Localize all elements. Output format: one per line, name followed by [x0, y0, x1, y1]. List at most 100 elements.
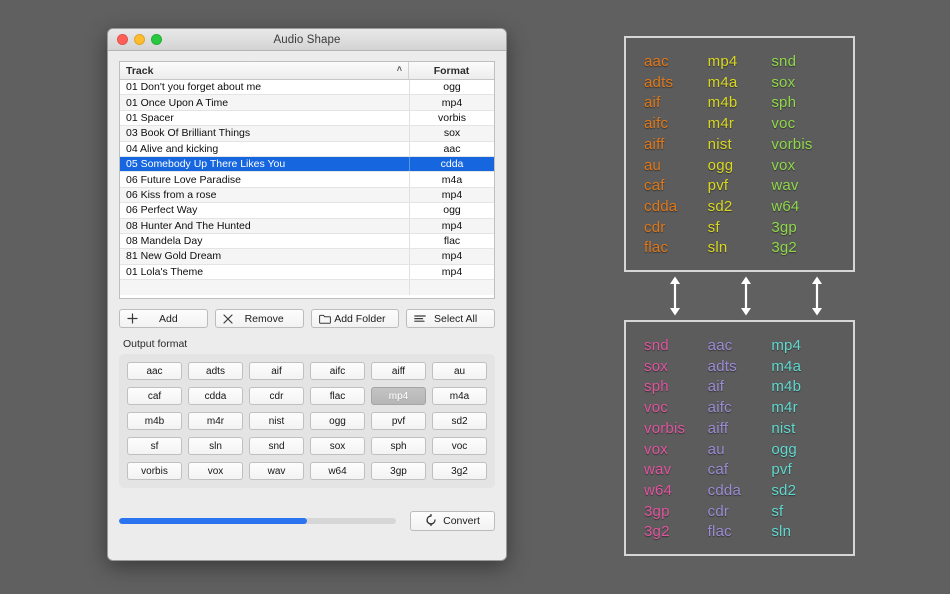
window-body: Track ˄ Format 01 Don't you forget about… — [108, 51, 506, 560]
format-option-cdr[interactable]: cdr — [249, 387, 304, 405]
format-label-wav: wav — [771, 177, 799, 195]
format-label-3gp: 3gp — [771, 218, 797, 236]
format-option-aifc[interactable]: aifc — [310, 362, 365, 380]
format-option-sf[interactable]: sf — [127, 437, 182, 455]
cell-format: mp4 — [409, 218, 494, 233]
cell-format: mp4 — [409, 95, 494, 110]
cell-format: ogg — [409, 203, 494, 218]
format-label-caf: caf — [707, 461, 729, 479]
format-label-adts: adts — [707, 357, 737, 375]
format-panel-bottom: snd sox sph voc vorbis vox wav w64 3gp 3g2 aac adts… — [624, 320, 855, 556]
format-option-adts[interactable]: adts — [188, 362, 243, 380]
format-label-aiff: aiff — [644, 135, 665, 153]
format-option-nist[interactable]: nist — [249, 412, 304, 430]
format-label-mp4: mp4 — [771, 337, 802, 354]
format-option-ogg[interactable]: ogg — [310, 412, 365, 430]
format-option-wav[interactable]: wav — [249, 462, 304, 480]
format-option-m4a[interactable]: m4a — [432, 387, 487, 405]
format-option-3gp[interactable]: 3gp — [371, 462, 426, 480]
table-row[interactable]: 01 Once Upon A Time mp4 — [120, 95, 494, 111]
format-label-nist: nist — [707, 135, 732, 153]
format-label-cdr: cdr — [707, 502, 730, 520]
table-row[interactable]: 08 Mandela Day flac — [120, 233, 494, 250]
table-row[interactable]: 01 Lola's Theme mp4 — [120, 264, 494, 281]
format-option-w64[interactable]: w64 — [310, 462, 365, 480]
format-label-vox: vox — [771, 156, 796, 174]
cross-icon — [223, 313, 233, 324]
cell-track: 06 Perfect Way — [126, 204, 198, 217]
format-column: aac adts aif aifc aiff au caf cdda cdr flac — [708, 336, 772, 540]
table-row[interactable]: 06 Perfect Way ogg — [120, 203, 494, 219]
table-row[interactable]: 01 Don't you forget about me ogg — [120, 80, 494, 96]
window-titlebar: Audio Shape — [108, 29, 506, 51]
cell-format: mp4 — [409, 249, 494, 264]
table-row[interactable]: 05 Somebody Up There Likes You cdda — [120, 156, 494, 173]
cell-track: 04 Alive and kicking — [126, 142, 219, 155]
double-arrow-icon — [668, 276, 682, 316]
cell-track: 01 Once Upon A Time — [126, 96, 229, 109]
remove-button[interactable]: Remove — [214, 309, 304, 328]
format-label-m4r: m4r — [771, 399, 798, 417]
format-column: mp4 m4a m4b m4r nist ogg pvf sd2 sf sln — [708, 52, 772, 256]
format-label-sph: sph — [771, 94, 797, 112]
format-option-aac[interactable]: aac — [127, 362, 182, 380]
table-row[interactable]: 01 Spacer vorbis — [120, 110, 494, 127]
format-label-wav: wav — [644, 461, 672, 479]
format-label-vorbis: vorbis — [644, 419, 686, 437]
table-row[interactable]: 06 Future Love Paradise m4a — [120, 172, 494, 188]
format-label-m4b: m4b — [707, 94, 738, 112]
format-label-sox: sox — [644, 357, 668, 375]
format-label-sox: sox — [771, 73, 796, 91]
format-label-nist: nist — [771, 419, 796, 437]
format-label-adts: adts — [644, 73, 674, 91]
format-label-snd: snd — [644, 337, 669, 354]
add-folder-button[interactable]: Add Folder — [310, 309, 400, 328]
format-label-sd2: sd2 — [707, 197, 733, 215]
table-body: 01 Don't you forget about me ogg 01 Once U… — [120, 80, 494, 296]
format-option-sd2[interactable]: sd2 — [432, 412, 487, 430]
format-option-mp4[interactable]: mp4 — [371, 387, 426, 405]
format-option-snd[interactable]: snd — [249, 437, 304, 455]
format-option-pvf[interactable]: pvf — [371, 412, 426, 430]
format-option-3g2[interactable]: 3g2 — [432, 462, 487, 480]
table-row[interactable]: 04 Alive and kicking aac — [120, 141, 494, 157]
format-option-vox[interactable]: vox — [188, 462, 243, 480]
cell-track: 08 Mandela Day — [126, 235, 203, 248]
convert-button[interactable]: Convert — [410, 511, 495, 531]
table-header: Track ˄ Format — [120, 62, 494, 80]
format-label-aiff: aiff — [707, 419, 729, 437]
format-option-m4r[interactable]: m4r — [188, 412, 243, 430]
format-option-sln[interactable]: sln — [188, 437, 243, 455]
format-option-au[interactable]: au — [432, 362, 487, 380]
format-option-vorbis[interactable]: vorbis — [127, 462, 182, 480]
column-header-format-label: Format — [433, 64, 470, 77]
column-header-format[interactable]: Format — [409, 62, 494, 79]
track-table[interactable]: Track ˄ Format 01 Don't you forget about… — [119, 61, 495, 299]
cell-track: 08 Hunter And The Hunted — [126, 219, 251, 232]
table-row[interactable]: 03 Book Of Brilliant Things sox — [120, 126, 494, 142]
select-all-button[interactable]: Select All — [406, 309, 495, 328]
format-option-m4b[interactable]: m4b — [127, 412, 182, 430]
add-button[interactable]: Add — [119, 309, 208, 328]
screen: Audio Shape Track ˄ Format 01 Don't you … — [0, 0, 950, 594]
format-option-sox[interactable]: sox — [310, 437, 365, 455]
format-label-3gp: 3gp — [644, 502, 670, 520]
table-row[interactable]: 08 Hunter And The Hunted mp4 — [120, 218, 494, 234]
format-option-flac[interactable]: flac — [310, 387, 365, 405]
format-option-aif[interactable]: aif — [249, 362, 304, 380]
cell-format: mp4 — [409, 264, 494, 280]
format-option-voc[interactable]: voc — [432, 437, 487, 455]
format-column: aac adts aif aifc aiff au caf cdda cdr flac — [644, 52, 708, 256]
cell-format: cdda — [409, 156, 494, 172]
format-option-caf[interactable]: caf — [127, 387, 182, 405]
table-row[interactable]: 06 Kiss from a rose mp4 — [120, 187, 494, 204]
format-option-cdda[interactable]: cdda — [188, 387, 243, 405]
format-label-cdda: cdda — [644, 197, 678, 215]
format-label-flac: flac — [644, 239, 669, 257]
cell-track: 03 Book Of Brilliant Things — [126, 127, 251, 140]
column-header-track[interactable]: Track ˄ — [120, 62, 409, 79]
format-option-sph[interactable]: sph — [371, 437, 426, 455]
format-option-aiff[interactable]: aiff — [371, 362, 426, 380]
lines-icon — [414, 314, 427, 323]
table-row[interactable]: 81 New Gold Dream mp4 — [120, 249, 494, 265]
